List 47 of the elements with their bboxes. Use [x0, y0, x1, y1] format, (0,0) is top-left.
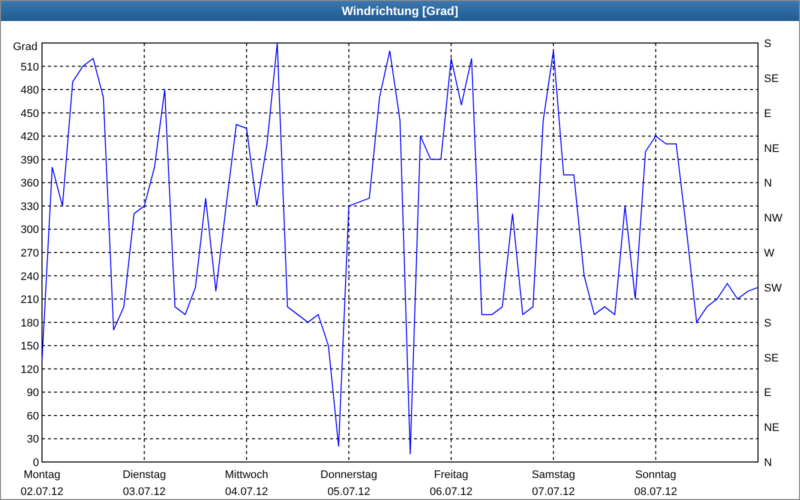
date-label: 07.07.12	[532, 486, 575, 498]
y-tick-label: 330	[20, 200, 39, 213]
compass-tick-label: N	[764, 178, 772, 190]
y-tick-label: 450	[20, 108, 39, 120]
day-label: Mittwoch	[224, 469, 268, 481]
y-tick-label: 510	[20, 61, 39, 74]
y-tick-label: 90	[26, 387, 39, 400]
date-label: 08.07.12	[634, 486, 678, 498]
y-tick-label: 390	[20, 154, 39, 166]
y-tick-label: 240	[20, 270, 39, 283]
y-tick-label: 210	[20, 294, 39, 306]
window-title: Windrichtung [Grad]	[342, 3, 458, 20]
compass-tick-label: NE	[764, 422, 780, 434]
day-label: Donnerstag	[320, 469, 378, 481]
y-tick-label: 0	[32, 457, 39, 469]
y-tick-label: 150	[20, 340, 39, 353]
compass-tick-label: NW	[764, 212, 782, 225]
date-label: 03.07.12	[122, 486, 166, 498]
compass-tick-label: SE	[764, 72, 779, 85]
compass-tick-label: NE	[764, 142, 780, 155]
compass-tick-label: W	[764, 248, 774, 260]
compass-tick-label: S	[764, 317, 772, 330]
y-tick-label: 360	[20, 178, 39, 190]
compass-tick-label: S	[764, 38, 772, 50]
compass-tick-label: N	[764, 457, 772, 469]
y-tick-label: 420	[20, 131, 39, 144]
y-tick-label: 60	[26, 410, 39, 422]
y-axis-label: Grad	[13, 41, 38, 53]
day-label: Sonntag	[635, 469, 676, 481]
date-label: 04.07.12	[225, 486, 268, 498]
y-tick-label: 30	[26, 434, 39, 446]
y-tick-label: 480	[20, 84, 39, 97]
date-label: 05.07.12	[327, 486, 370, 498]
day-label: Montag	[24, 469, 60, 481]
y-tick-label: 120	[20, 364, 39, 376]
day-label: Freitag	[434, 469, 468, 481]
y-tick-label: 270	[20, 248, 39, 260]
y-tick-label: 300	[20, 224, 39, 236]
compass-tick-label: SW	[764, 282, 782, 294]
date-label: 06.07.12	[430, 486, 473, 498]
compass-tick-label: E	[764, 387, 772, 400]
compass-tick-label: E	[764, 108, 772, 120]
day-label: Samstag	[532, 469, 576, 481]
date-label: 02.07.12	[20, 486, 64, 498]
day-label: Dienstag	[122, 469, 166, 481]
y-tick-label: 180	[20, 317, 39, 330]
compass-tick-label: SE	[764, 352, 779, 364]
